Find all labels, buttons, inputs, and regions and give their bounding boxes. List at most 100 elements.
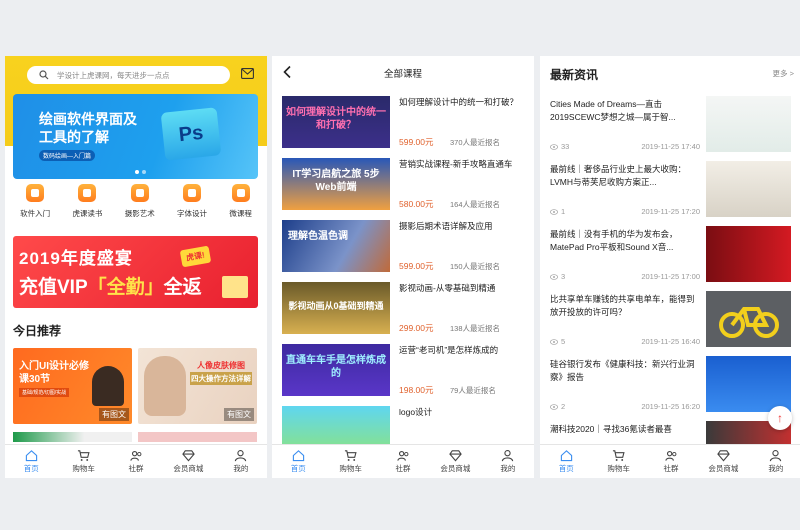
- course-enrolled: 370人最近报名: [450, 138, 501, 147]
- news-screen: 最新资讯 更多 > Cities Made of Dreams—直击2019SC…: [540, 56, 800, 478]
- news-item[interactable]: Cities Made of Dreams—直击2019SCEWC梦想之城—属于…: [550, 96, 794, 158]
- tab-mall[interactable]: 会员商城: [162, 445, 214, 478]
- recommend-title: 入门UI设计必修课30节: [19, 361, 89, 385]
- eye-icon: [550, 208, 558, 215]
- news-image: [706, 96, 791, 152]
- tab-cart[interactable]: 购物车: [324, 445, 376, 478]
- tab-mine[interactable]: 我的: [215, 445, 267, 478]
- vip-line1: 2019年度盛宴: [19, 249, 133, 268]
- vip-banner[interactable]: 2019年度盛宴 充值VIP「全勤」全返 虎课!: [13, 236, 258, 308]
- tab-community[interactable]: 社群: [645, 445, 697, 478]
- camera-icon: [130, 184, 149, 202]
- tab-mall[interactable]: 会员商城: [429, 445, 481, 478]
- portrait-photo: [144, 356, 186, 416]
- promo-banner[interactable]: 绘画软件界面及工具的了解 数码绘画—入门篇 Ps: [13, 94, 258, 179]
- user-icon: [770, 450, 782, 462]
- nav-bar: 全部课程: [272, 56, 534, 90]
- vip-line2: 充值VIP「全勤」全返: [19, 277, 202, 298]
- news-title: 硅谷银行发布《健康科技：新兴行业洞察》报告: [550, 359, 695, 382]
- tab-cart[interactable]: 购物车: [57, 445, 109, 478]
- news-image: [706, 226, 791, 282]
- people-icon: [396, 450, 408, 461]
- category-book[interactable]: 虎课读书: [72, 184, 102, 219]
- more-link[interactable]: 更多 >: [773, 68, 794, 79]
- course-price: 198.00元: [399, 385, 434, 395]
- tab-mine[interactable]: 我的: [750, 445, 800, 478]
- course-enrolled: 138人最近报名: [450, 324, 501, 333]
- news-item[interactable]: 硅谷银行发布《健康科技：新兴行业洞察》报告 2 2019-11-25 16:20: [550, 356, 794, 418]
- recommend-card[interactable]: 入门UI设计必修课30节 基础/规范/切图/实战 有图文: [13, 348, 132, 424]
- course-title: 营销实战课程-新手攻略直通车: [399, 159, 513, 169]
- diamond-icon: [717, 450, 730, 462]
- news-item[interactable]: 潮科技2020｜寻找36氪读者最喜: [550, 421, 794, 445]
- course-price: 580.00元: [399, 199, 434, 209]
- gift-box-icon: [222, 276, 248, 298]
- course-thumbnail: 如何理解设计中的统一和打破？: [282, 96, 390, 148]
- tab-cart[interactable]: 购物车: [592, 445, 644, 478]
- eye-icon: [550, 403, 558, 410]
- back-icon[interactable]: [282, 65, 294, 79]
- people-icon: [129, 450, 141, 461]
- courses-screen: 全部课程 如何理解设计中的统一和打破？ 如何理解设计中的统一和打破？ 599.0…: [272, 56, 534, 478]
- course-enrolled: 164人最近报名: [450, 200, 501, 209]
- news-title: 比共享单车赚钱的共享电单车，能得到放开投放的许可吗？: [550, 294, 695, 317]
- category-software[interactable]: 软件入门: [20, 184, 50, 219]
- course-thumbnail: IT学习启航之旅 5步 Web前端: [282, 158, 390, 210]
- tab-bar: 首页 购物车 社群 会员商城 我的: [540, 444, 800, 478]
- tab-community[interactable]: 社群: [110, 445, 162, 478]
- course-price: 299.00元: [399, 323, 434, 333]
- tab-home[interactable]: 首页: [5, 445, 57, 478]
- mail-icon[interactable]: [241, 68, 254, 79]
- news-title: Cities Made of Dreams—直击2019SCEWC梦想之城—属于…: [550, 99, 676, 122]
- news-title: 最前线｜奢侈品行业史上最大收购：LVMH与蒂芙尼收购方案正...: [550, 164, 687, 187]
- news-meta: 3 2019-11-25 17:00: [550, 272, 700, 281]
- cart-icon: [613, 450, 625, 461]
- news-image: [706, 291, 791, 347]
- news-meta: 1 2019-11-25 17:20: [550, 207, 700, 216]
- news-meta: 2 2019-11-25 16:20: [550, 402, 700, 411]
- eye-icon: [550, 143, 558, 150]
- course-thumbnail: 影视动画从0基础到精通: [282, 282, 390, 334]
- cart-icon: [78, 450, 90, 461]
- news-image: [706, 161, 791, 217]
- software-icon: [26, 184, 45, 202]
- category-font[interactable]: 字体设计: [177, 184, 207, 219]
- course-item[interactable]: 影视动画从0基础到精通 影视动画-从零基础到精通 299.00元 138人最近报…: [282, 282, 530, 338]
- course-item[interactable]: 直通车车手是怎样炼成的 运营“老司机”是怎样炼成的 198.00元 79人最近报…: [282, 344, 530, 400]
- search-icon: [39, 70, 49, 80]
- search-input[interactable]: 学设计上虎课网，每天进步一点点: [27, 66, 230, 84]
- tab-mall[interactable]: 会员商城: [697, 445, 749, 478]
- tab-mine[interactable]: 我的: [482, 445, 534, 478]
- recommend-card[interactable]: 人像皮肤修图 四大操作方法详解 有图文: [138, 348, 257, 424]
- course-item[interactable]: 理解色温色调 摄影后期术语详解及应用 599.00元 150人最近报名: [282, 220, 530, 276]
- course-title: logo设计: [399, 407, 433, 417]
- course-enrolled: 150人最近报名: [450, 262, 501, 271]
- home-icon: [560, 450, 572, 462]
- tab-home[interactable]: 首页: [540, 445, 592, 478]
- news-item[interactable]: 最前线｜没有手机的华为发布会，MatePad Pro平板和Sound X音...…: [550, 226, 794, 288]
- news-item[interactable]: 最前线｜奢侈品行业史上最大收购：LVMH与蒂芙尼收购方案正... 1 2019-1…: [550, 161, 794, 223]
- recommend-subtitle: 四大操作方法详解: [190, 372, 252, 385]
- tab-home[interactable]: 首页: [272, 445, 324, 478]
- category-photo[interactable]: 摄影艺术: [125, 184, 155, 219]
- has-image-label: 有图文: [224, 408, 254, 421]
- bicycle-icon: [719, 307, 779, 338]
- nav-bar: 最新资讯 更多 >: [540, 56, 800, 92]
- recommend-card-partial[interactable]: [138, 432, 257, 442]
- course-item[interactable]: 如何理解设计中的统一和打破？ 如何理解设计中的统一和打破？ 599.00元 37…: [282, 96, 530, 152]
- news-item[interactable]: 比共享单车赚钱的共享电单车，能得到放开投放的许可吗？ 5 2019-11-25 1…: [550, 291, 794, 353]
- category-micro[interactable]: 微课程: [229, 184, 252, 219]
- photoshop-logo-icon: Ps: [160, 107, 222, 161]
- home-icon: [25, 450, 37, 462]
- course-price: 599.00元: [399, 137, 434, 147]
- course-item[interactable]: IT学习启航之旅 5步 Web前端 营销实战课程-新手攻略直通车 580.00元…: [282, 158, 530, 214]
- tab-community[interactable]: 社群: [377, 445, 429, 478]
- recommend-card-partial[interactable]: [13, 432, 132, 442]
- arrow-up-icon: ↑: [777, 411, 783, 425]
- tab-bar: 首页 购物车 社群 会员商城 我的: [272, 444, 534, 478]
- user-icon: [235, 450, 247, 462]
- news-title: 最前线｜没有手机的华为发布会，MatePad Pro平板和Sound X音...: [550, 229, 678, 252]
- course-thumbnail: 理解色温色调: [282, 220, 390, 272]
- course-title: 影视动画-从零基础到精通: [399, 283, 496, 293]
- scroll-top-button[interactable]: ↑: [768, 406, 792, 430]
